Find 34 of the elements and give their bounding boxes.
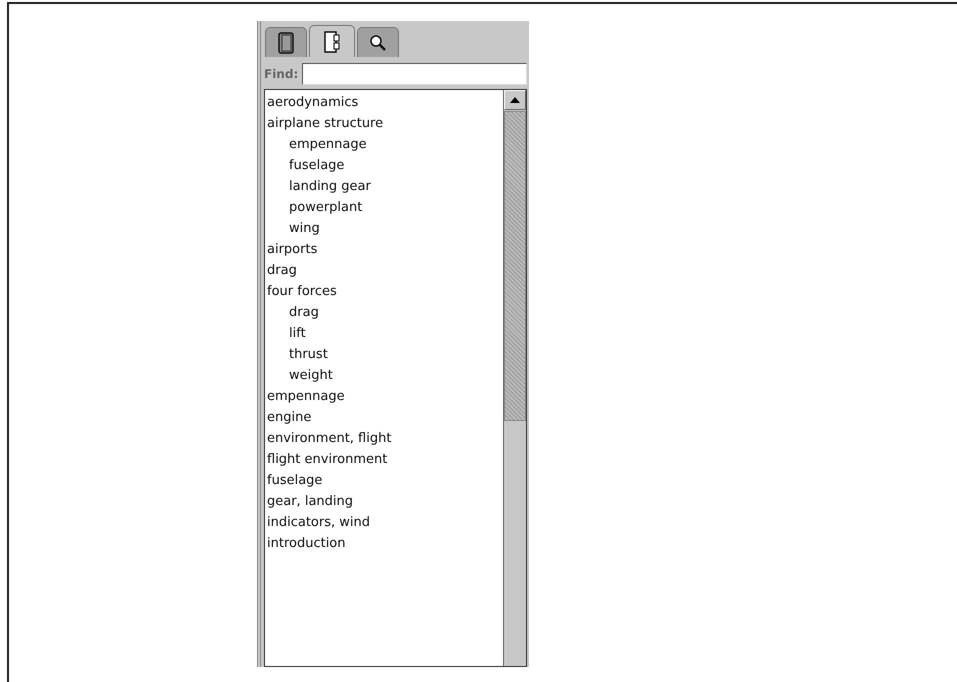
index-item[interactable]: weight	[265, 365, 503, 386]
search-icon	[368, 32, 388, 52]
index-item[interactable]: landing gear	[265, 176, 503, 197]
index-item[interactable]: lift	[265, 323, 503, 344]
index-item[interactable]: drag	[265, 260, 503, 281]
find-field[interactable]	[302, 63, 527, 85]
tab[interactable]	[265, 27, 307, 57]
tab[interactable]	[309, 25, 355, 57]
index-item[interactable]: environment, flight	[265, 428, 503, 449]
index-item[interactable]: empennage	[265, 134, 503, 155]
scroll-thumb[interactable]	[504, 111, 526, 421]
index-item[interactable]: drag	[265, 302, 503, 323]
index-item[interactable]: airplane structure	[265, 113, 503, 134]
index-item[interactable]: flight environment	[265, 449, 503, 470]
index-item[interactable]: empennage	[265, 386, 503, 407]
index-item[interactable]: powerplant	[265, 197, 503, 218]
find-label: Find:	[264, 67, 298, 81]
scrollbar[interactable]	[503, 90, 526, 666]
scroll-up-button[interactable]	[504, 90, 526, 110]
up-arrow-icon	[510, 97, 520, 103]
index-item[interactable]: gear, landing	[265, 491, 503, 512]
index-item[interactable]: thrust	[265, 344, 503, 365]
index-item[interactable]: aerodynamics	[265, 92, 503, 113]
index-item[interactable]: wing	[265, 218, 503, 239]
index-item[interactable]: fuselage	[265, 470, 503, 491]
index-item[interactable]: engine	[265, 407, 503, 428]
book-icon	[277, 32, 295, 54]
index-item[interactable]: introduction	[265, 533, 503, 554]
notebook-icon	[323, 30, 341, 52]
index-item[interactable]: four forces	[265, 281, 503, 302]
tab[interactable]	[357, 27, 399, 57]
index-item[interactable]: fuselage	[265, 155, 503, 176]
index-item[interactable]: airports	[265, 239, 503, 260]
index-item[interactable]: indicators, wind	[265, 512, 503, 533]
